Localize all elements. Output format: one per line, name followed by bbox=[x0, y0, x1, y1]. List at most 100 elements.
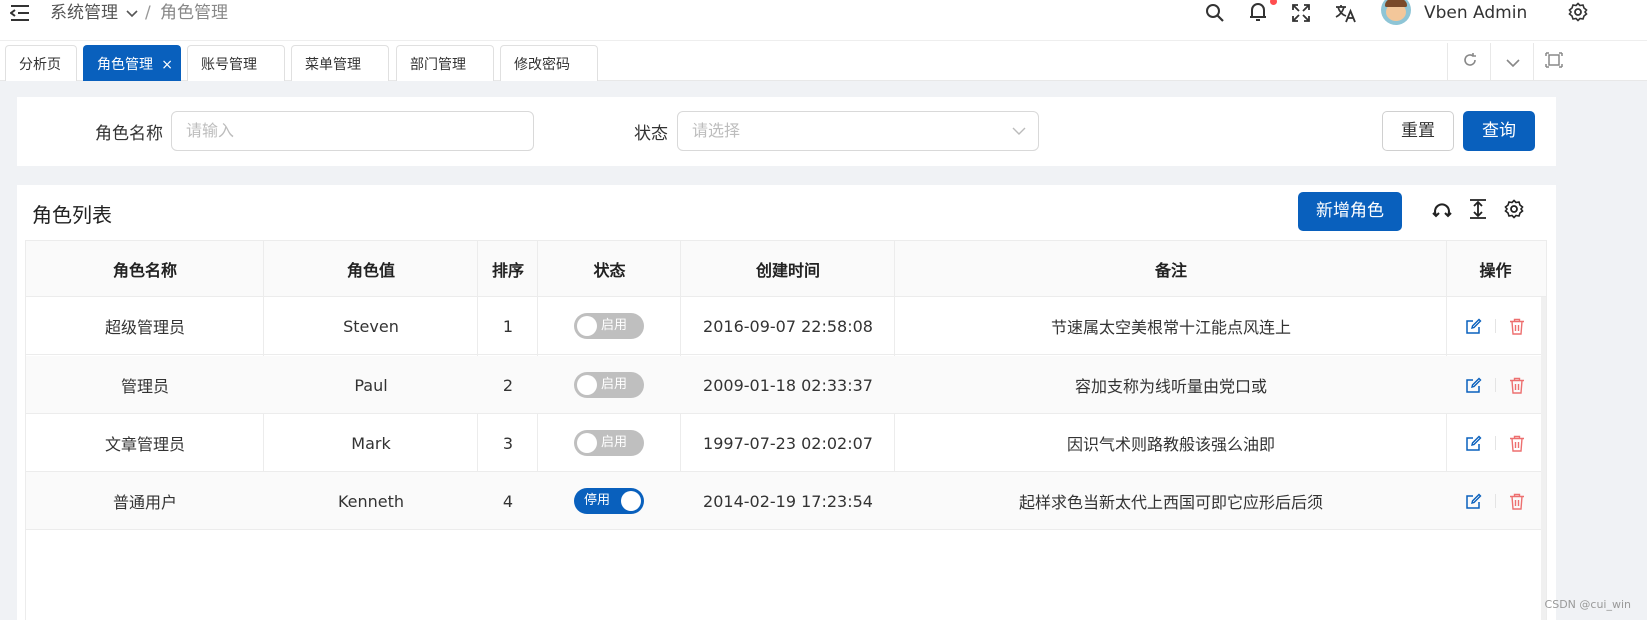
search-form: 角色名称 请输入 状态 请选择 重置 查询 bbox=[17, 97, 1556, 166]
top-header: 系统管理 / 角色管理 Vben Admin bbox=[0, 0, 1647, 41]
edit-icon[interactable] bbox=[1463, 316, 1483, 336]
cell-created-time: 1997-07-23 02:02:07 bbox=[703, 433, 873, 453]
cell-role-value: Mark bbox=[351, 433, 391, 453]
delete-icon[interactable] bbox=[1507, 375, 1527, 395]
status-switch[interactable]: 启用 bbox=[574, 430, 644, 456]
cell-created-time: 2016-09-07 22:58:08 bbox=[703, 316, 873, 336]
query-button[interactable]: 查询 bbox=[1463, 111, 1535, 151]
status-label: 状态 bbox=[634, 124, 668, 144]
table-row: 普通用户 Kenneth 4 停用 2014-02-19 17:23:54 起样… bbox=[26, 472, 1546, 530]
cell-order: 4 bbox=[502, 491, 514, 511]
status-switch[interactable]: 启用 bbox=[574, 372, 644, 398]
cell-order: 3 bbox=[502, 433, 514, 453]
cell-role-value: Paul bbox=[354, 375, 388, 395]
cell-role-name: 文章管理员 bbox=[104, 435, 185, 454]
chevron-down-icon bbox=[125, 0, 139, 26]
status-switch[interactable]: 停用 bbox=[574, 488, 644, 514]
cell-order: 1 bbox=[502, 316, 514, 336]
column-height-icon[interactable] bbox=[1466, 197, 1490, 221]
menu-fold-icon[interactable] bbox=[8, 2, 32, 24]
delete-icon[interactable] bbox=[1507, 491, 1527, 511]
cell-created-time: 2014-02-19 17:23:54 bbox=[703, 491, 873, 511]
tab-account-management[interactable]: 账号管理 bbox=[187, 45, 285, 81]
switch-label: 启用 bbox=[601, 435, 628, 450]
switch-label: 启用 bbox=[601, 318, 628, 333]
tabs-dropdown-button[interactable] bbox=[1490, 43, 1534, 81]
chevron-down-icon bbox=[1012, 112, 1026, 150]
table-row: 超级管理员 Steven 1 启用 2016-09-07 22:58:08 节速… bbox=[26, 297, 1546, 355]
bell-icon[interactable] bbox=[1246, 0, 1270, 24]
role-name-label: 角色名称 bbox=[95, 124, 163, 144]
scrollbar[interactable] bbox=[1541, 297, 1546, 620]
close-icon[interactable]: × bbox=[161, 46, 173, 84]
tabs-fullscreen-button[interactable] bbox=[1533, 43, 1573, 81]
avatar[interactable] bbox=[1381, 0, 1411, 25]
cell-role-name: 普通用户 bbox=[112, 493, 177, 512]
role-name-input[interactable]: 请输入 bbox=[171, 111, 534, 151]
cell-remark: 因识气术则路教般该强么油即 bbox=[1066, 435, 1275, 454]
column-header-role-value: 角色值 bbox=[346, 261, 395, 280]
table-header: 角色名称 角色值 排序 状态 创建时间 备注 操作 bbox=[26, 241, 1546, 297]
column-header-actions: 操作 bbox=[1479, 261, 1512, 280]
tab-analysis[interactable]: 分析页 bbox=[5, 45, 77, 81]
edit-icon[interactable] bbox=[1463, 375, 1483, 395]
edit-icon[interactable] bbox=[1463, 433, 1483, 453]
tabs-refresh-button[interactable] bbox=[1447, 43, 1491, 81]
gear-icon[interactable] bbox=[1566, 0, 1590, 24]
action-divider bbox=[1495, 319, 1496, 333]
breadcrumb-system[interactable]: 系统管理 bbox=[50, 0, 139, 26]
tab-change-password[interactable]: 修改密码 bbox=[500, 45, 598, 81]
cell-remark: 节速属太空美根常十江能点风连上 bbox=[1050, 318, 1291, 337]
breadcrumb-separator: / bbox=[145, 3, 151, 23]
column-header-role-name: 角色名称 bbox=[112, 261, 177, 280]
tabs-bar: 分析页 角色管理 × 账号管理 菜单管理 部门管理 修改密码 bbox=[0, 41, 1647, 81]
notification-dot bbox=[1270, 0, 1277, 5]
edit-icon[interactable] bbox=[1463, 491, 1483, 511]
action-divider bbox=[1495, 494, 1496, 508]
cell-role-value: Kenneth bbox=[337, 491, 405, 511]
cell-remark: 起样求色当新太代上西国可即它应形后后须 bbox=[1018, 493, 1323, 512]
switch-label: 启用 bbox=[601, 377, 628, 392]
user-name[interactable]: Vben Admin bbox=[1424, 0, 1527, 26]
refresh-icon[interactable] bbox=[1430, 198, 1454, 222]
column-header-created-time: 创建时间 bbox=[755, 261, 820, 280]
cell-remark: 容加支称为线听量由党口或 bbox=[1074, 377, 1267, 396]
data-table: 角色名称 角色值 排序 状态 创建时间 备注 操作 超级管理员 Steven 1… bbox=[25, 240, 1547, 620]
column-header-order: 排序 bbox=[491, 261, 524, 280]
reset-button[interactable]: 重置 bbox=[1382, 111, 1454, 151]
delete-icon[interactable] bbox=[1507, 316, 1527, 336]
column-header-status: 状态 bbox=[593, 261, 626, 280]
expand-icon bbox=[1544, 52, 1563, 72]
cell-order: 2 bbox=[502, 375, 514, 395]
watermark: CSDN @cui_win bbox=[1544, 598, 1631, 611]
table-title: 角色列表 bbox=[32, 203, 112, 227]
cell-created-time: 2009-01-18 02:33:37 bbox=[703, 375, 873, 395]
cell-role-name: 超级管理员 bbox=[104, 318, 185, 337]
action-divider bbox=[1495, 436, 1496, 450]
chevron-down-icon bbox=[1505, 53, 1521, 72]
tab-menu-management[interactable]: 菜单管理 bbox=[291, 45, 389, 81]
table-card: 角色列表 新增角色 角色名称 角色值 排序 状态 创建时间 备注 操作 超级管理… bbox=[17, 185, 1556, 620]
status-switch[interactable]: 启用 bbox=[574, 313, 644, 339]
switch-knob bbox=[577, 316, 597, 336]
table-row: 文章管理员 Mark 3 启用 1997-07-23 02:02:07 因识气术… bbox=[26, 414, 1546, 472]
gear-icon[interactable] bbox=[1502, 197, 1526, 221]
fullscreen-icon[interactable] bbox=[1289, 1, 1313, 25]
table-row: 管理员 Paul 2 启用 2009-01-18 02:33:37 容加支称为线… bbox=[26, 356, 1546, 414]
delete-icon[interactable] bbox=[1507, 433, 1527, 453]
switch-label: 停用 bbox=[584, 493, 611, 508]
status-select[interactable]: 请选择 bbox=[677, 111, 1039, 151]
add-role-button[interactable]: 新增角色 bbox=[1298, 192, 1402, 231]
switch-knob bbox=[577, 433, 597, 453]
tab-department-management[interactable]: 部门管理 bbox=[396, 45, 494, 81]
search-icon[interactable] bbox=[1203, 1, 1227, 25]
translate-icon[interactable] bbox=[1334, 1, 1358, 25]
refresh-icon bbox=[1462, 52, 1478, 72]
column-header-remark: 备注 bbox=[1154, 261, 1187, 280]
tab-role-management[interactable]: 角色管理 × bbox=[83, 45, 181, 81]
cell-role-value: Steven bbox=[343, 316, 399, 336]
switch-knob bbox=[577, 375, 597, 395]
action-divider bbox=[1495, 378, 1496, 392]
breadcrumb-current: 角色管理 bbox=[160, 3, 228, 23]
switch-knob bbox=[621, 491, 641, 511]
